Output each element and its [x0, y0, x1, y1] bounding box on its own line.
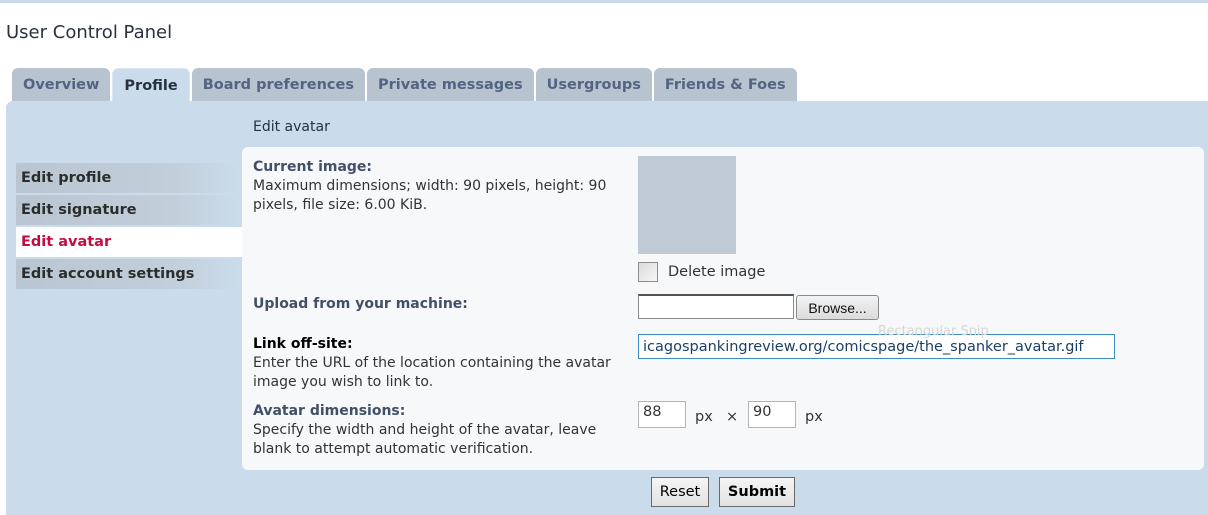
current-image-field: Current image: Maximum dimensions; width… [253, 158, 633, 215]
upload-field: Upload from your machine: [253, 296, 468, 312]
avatar-dimensions-field: Avatar dimensions: Specify the width and… [253, 402, 633, 459]
tab-overview[interactable]: Overview [12, 68, 111, 101]
tab-friends-foes[interactable]: Friends & Foes [653, 68, 797, 101]
sidebar-item-edit-profile[interactable]: Edit profile [16, 163, 242, 193]
browse-button[interactable]: Browse... [796, 295, 879, 320]
upload-label: Upload from your machine: [253, 296, 468, 312]
avatar-width-input[interactable]: 88 [638, 401, 686, 428]
rectangular-snip-overlay: Rectangular Snip [878, 324, 989, 339]
tab-private-messages[interactable]: Private messages [366, 68, 534, 101]
current-avatar-image [638, 156, 736, 254]
delete-image-checkbox[interactable] [638, 262, 658, 282]
delete-image-label: Delete image [668, 264, 766, 280]
sidebar-item-edit-account-settings[interactable]: Edit account settings [16, 259, 242, 289]
reset-button[interactable]: Reset [651, 477, 709, 507]
page-title: User Control Panel [6, 22, 173, 43]
current-image-description: Maximum dimensions; width: 90 pixels, he… [253, 178, 607, 213]
sidebar-item-edit-signature[interactable]: Edit signature [16, 195, 242, 225]
link-url-input[interactable]: icagospankingreview.org/comicspage/the_s… [638, 334, 1115, 359]
top-border-strip [0, 0, 1208, 3]
width-unit-label: px [695, 409, 713, 425]
link-offsite-field: Link off-site: Enter the URL of the loca… [253, 335, 633, 392]
avatar-dimensions-description: Specify the width and height of the avat… [253, 422, 597, 457]
height-unit-label: px [805, 409, 823, 425]
dimension-separator: × [726, 409, 739, 425]
upload-file-input[interactable] [638, 294, 794, 319]
tab-usergroups[interactable]: Usergroups [535, 68, 652, 101]
sidebar-item-edit-avatar[interactable]: Edit avatar [16, 227, 242, 257]
submit-button[interactable]: Submit [719, 477, 795, 507]
link-offsite-label: Link off-site: [253, 336, 353, 352]
link-offsite-description: Enter the URL of the location containing… [253, 355, 611, 390]
tab-profile[interactable]: Profile [112, 68, 190, 103]
avatar-height-input[interactable]: 90 [748, 401, 796, 428]
sidebar-menu: Edit profile Edit signature Edit avatar … [16, 163, 242, 291]
ucp-tabs: Overview Profile Board preferences Priva… [12, 68, 799, 103]
tab-board-preferences[interactable]: Board preferences [191, 68, 365, 101]
section-title: Edit avatar [253, 119, 330, 135]
current-image-label: Current image: [253, 159, 373, 175]
delete-image-option: Delete image [638, 262, 765, 282]
avatar-dimensions-label: Avatar dimensions: [253, 403, 406, 419]
